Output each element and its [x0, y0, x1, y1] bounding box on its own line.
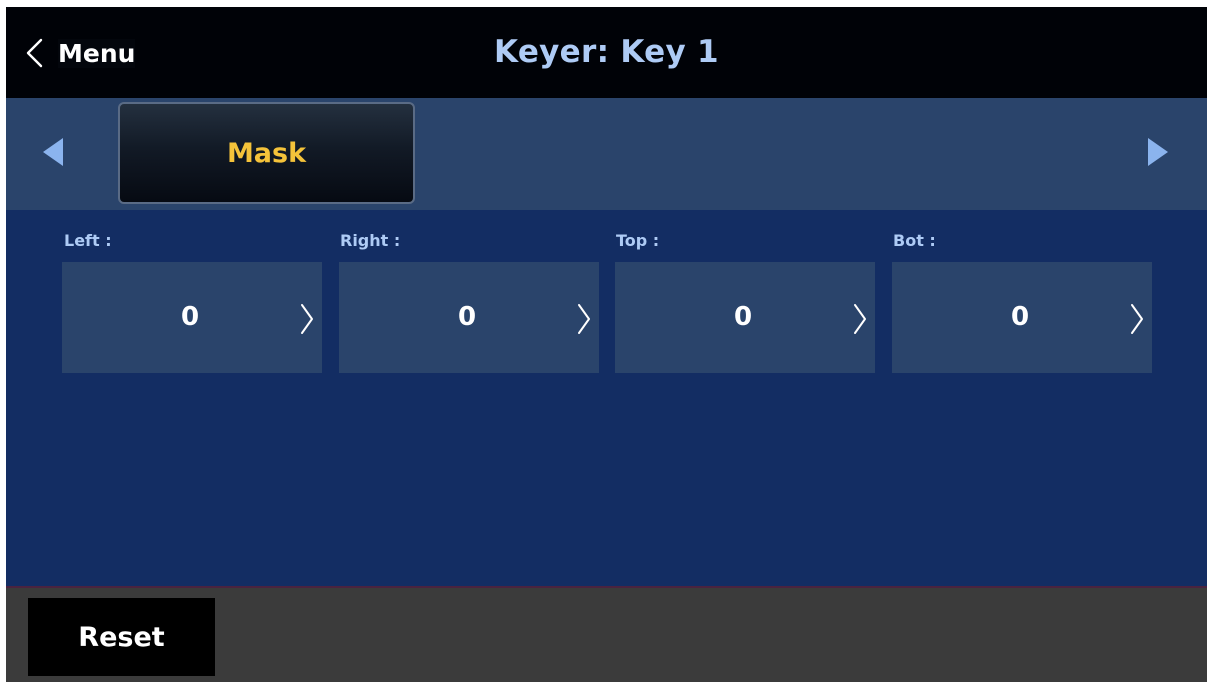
header-bar: Menu Keyer: Key 1: [6, 7, 1207, 98]
arrow-right-icon[interactable]: [1146, 137, 1170, 167]
left-label: Left :: [64, 231, 112, 250]
top-value-field[interactable]: 0: [615, 262, 875, 373]
right-value: 0: [457, 302, 477, 332]
bot-value: 0: [1010, 302, 1030, 332]
chevron-right-icon: [301, 304, 313, 334]
tab-mask[interactable]: Mask: [118, 102, 415, 204]
arrow-left-icon[interactable]: [41, 137, 65, 167]
bot-value-field[interactable]: 0: [892, 262, 1152, 373]
footer-bar: Reset: [6, 588, 1207, 682]
tab-mask-label: Mask: [226, 137, 307, 169]
left-value: 0: [180, 302, 200, 332]
right-value-field[interactable]: 0: [339, 262, 599, 373]
reset-button[interactable]: Reset: [28, 598, 215, 676]
top-value: 0: [733, 302, 753, 332]
page-title: Keyer: Key 1: [494, 34, 719, 70]
top-label: Top :: [616, 231, 660, 250]
keyer-screen: Menu Keyer: Key 1 Mask Left : 0 Right : …: [6, 7, 1207, 682]
chevron-right-icon: [854, 304, 866, 334]
bot-label: Bot :: [893, 231, 936, 250]
tab-strip: Mask: [6, 98, 1207, 210]
left-value-field[interactable]: 0: [62, 262, 322, 373]
right-label: Right :: [340, 231, 401, 250]
chevron-right-icon: [578, 304, 590, 334]
chevron-right-icon: [1131, 304, 1143, 334]
reset-label: Reset: [78, 621, 165, 653]
